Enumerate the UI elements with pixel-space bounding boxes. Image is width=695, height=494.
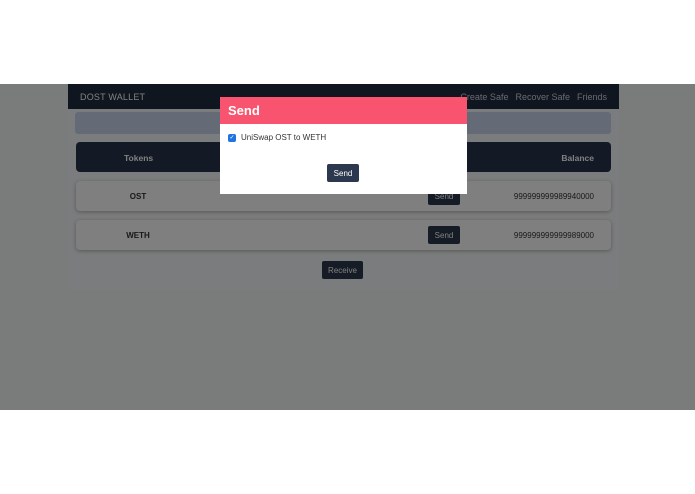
modal-send-button[interactable]: Send [327, 164, 359, 182]
send-modal: Send ✓ UniSwap OST to WETH Send [220, 97, 467, 194]
uniswap-option[interactable]: ✓ UniSwap OST to WETH [228, 133, 326, 142]
uniswap-option-label[interactable]: UniSwap OST to WETH [241, 133, 326, 142]
uniswap-checkbox[interactable]: ✓ [228, 133, 236, 142]
modal-header: Send [220, 97, 467, 124]
modal-title: Send [228, 103, 260, 118]
